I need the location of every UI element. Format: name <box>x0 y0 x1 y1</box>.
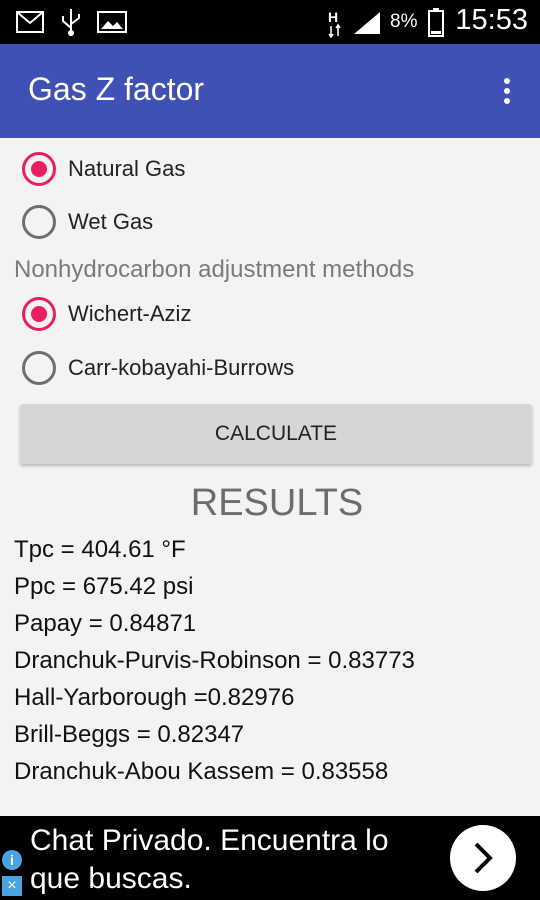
svg-text:H: H <box>328 9 338 25</box>
image-icon <box>97 11 127 33</box>
ad-banner[interactable]: i × Chat Privado. Encuentra lo que busca… <box>0 816 540 900</box>
radio-label: Natural Gas <box>68 156 186 181</box>
close-icon[interactable]: × <box>2 876 22 896</box>
radio-button-unchecked[interactable] <box>22 351 56 385</box>
battery-icon <box>428 8 444 37</box>
battery-percent: 8% <box>390 11 418 32</box>
radio-carr-kobayahi-burrows[interactable]: Carr-kobayahi-Burrows <box>22 348 294 388</box>
main-content: Natural Gas Wet Gas Nonhydrocarbon adjus… <box>0 138 540 816</box>
ad-text[interactable]: Chat Privado. Encuentra lo que buscas. <box>30 822 430 898</box>
radio-button-unchecked[interactable] <box>22 205 56 239</box>
radio-label: Wichert-Aziz <box>68 301 192 326</box>
radio-natural-gas[interactable]: Natural Gas <box>22 149 185 189</box>
result-dranchuk-purvis-robinson: Dranchuk-Purvis-Robinson = 0.83773 <box>14 647 415 674</box>
calculate-button[interactable]: CALCULATE <box>20 404 532 464</box>
info-icon[interactable]: i <box>2 850 22 870</box>
app-bar: Gas Z factor <box>0 44 540 138</box>
radio-label: Carr-kobayahi-Burrows <box>68 355 295 380</box>
result-tpc: Tpc = 404.61 °F <box>14 536 186 563</box>
radio-button-checked[interactable] <box>22 152 56 186</box>
usb-icon <box>62 9 80 36</box>
radio-button-checked[interactable] <box>22 297 56 331</box>
ad-open-button[interactable] <box>450 825 516 891</box>
section-title: Nonhydrocarbon adjustment methods <box>14 256 415 283</box>
radio-wet-gas[interactable]: Wet Gas <box>22 202 153 242</box>
signal-icon <box>354 12 380 34</box>
network-h-icon: H <box>328 9 341 38</box>
result-dranchuk-abou-kassem: Dranchuk-Abou Kassem = 0.83558 <box>14 758 389 785</box>
radio-label: Wet Gas <box>68 209 154 234</box>
result-hall-yarborough: Hall-Yarborough =0.82976 <box>14 684 295 711</box>
email-icon <box>16 11 44 33</box>
results-title: RESULTS <box>190 482 364 524</box>
result-ppc: Ppc = 675.42 psi <box>14 573 194 600</box>
clock: 15:53 <box>455 4 528 36</box>
result-brill-beggs: Brill-Beggs = 0.82347 <box>14 721 245 748</box>
more-vert-icon[interactable] <box>502 78 512 106</box>
result-papay: Papay = 0.84871 <box>14 610 197 637</box>
radio-wichert-aziz[interactable]: Wichert-Aziz <box>22 294 191 334</box>
chevron-right-icon <box>474 842 493 874</box>
status-bar: H 8% 15:53 <box>0 0 540 44</box>
app-title: Gas Z factor <box>28 71 205 107</box>
